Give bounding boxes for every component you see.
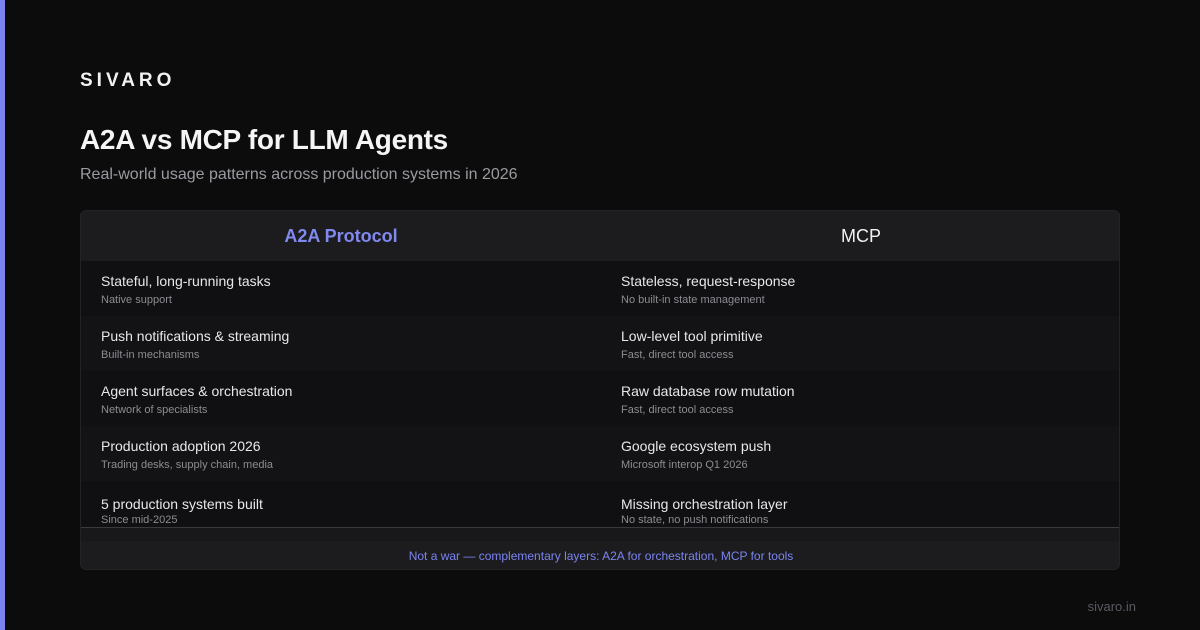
cell-main: Push notifications & streaming [101, 328, 290, 344]
table-row: Agent surfaces & orchestration Network o… [81, 371, 1119, 426]
cell-sub: Network of specialists [101, 404, 208, 416]
cell-main: Stateful, long-running tasks [101, 273, 271, 289]
header-a2a: A2A Protocol [284, 225, 398, 246]
a2a-cell: 5 production systems built Since mid-202… [81, 481, 601, 527]
mcp-cell: Low-level tool primitive Fast, direct to… [601, 316, 1119, 371]
table-body: Stateful, long-running tasks Native supp… [81, 261, 1119, 527]
cell-main: 5 production systems built [101, 496, 263, 512]
cell-sub: No state, no push notifications [621, 514, 769, 526]
a2a-cell: Push notifications & streaming Built-in … [81, 316, 601, 371]
table-row: Stateful, long-running tasks Native supp… [81, 261, 1119, 316]
mcp-cell: Missing orchestration layer No state, no… [601, 481, 1119, 527]
a2a-cell: Stateful, long-running tasks Native supp… [81, 261, 601, 316]
cell-main: Low-level tool primitive [621, 328, 763, 344]
cell-sub: Fast, direct tool access [621, 349, 734, 361]
table-spacer [81, 528, 1119, 541]
page-title: A2A vs MCP for LLM Agents [80, 124, 448, 155]
mcp-cell: Raw database row mutation Fast, direct t… [601, 371, 1119, 426]
cell-main: Agent surfaces & orchestration [101, 383, 293, 399]
cell-sub: Microsoft interop Q1 2026 [621, 459, 748, 471]
a2a-cell: Agent surfaces & orchestration Network o… [81, 371, 601, 426]
cell-main: Production adoption 2026 [101, 438, 261, 454]
table-row: Push notifications & streaming Built-in … [81, 316, 1119, 371]
mcp-cell: Stateless, request-response No built-in … [601, 261, 1119, 316]
cell-sub: Trading desks, supply chain, media [101, 459, 274, 471]
header-mcp: MCP [841, 225, 881, 246]
slide: SIVARO A2A vs MCP for LLM Agents Real-wo… [0, 0, 1200, 630]
comparison-table: A2A Protocol MCP Stateful, long-running … [80, 210, 1120, 570]
cell-main: Google ecosystem push [621, 438, 772, 454]
cell-sub: Native support [101, 294, 172, 306]
page-subtitle: Real-world usage patterns across product… [80, 166, 518, 183]
cell-sub: Built-in mechanisms [101, 349, 200, 361]
accent-bar [0, 0, 5, 630]
table-row: 5 production systems built Since mid-202… [81, 481, 1119, 527]
cell-sub: Since mid-2025 [101, 514, 178, 526]
a2a-cell: Production adoption 2026 Trading desks, … [81, 426, 601, 481]
brand-logo: SIVARO [80, 70, 176, 91]
cell-sub: No built-in state management [621, 294, 765, 306]
cell-main: Raw database row mutation [621, 383, 795, 399]
cell-main: Stateless, request-response [621, 273, 796, 289]
table-row: Production adoption 2026 Trading desks, … [81, 426, 1119, 481]
cell-main: Missing orchestration layer [621, 496, 788, 512]
table-footer-note: Not a war — complementary layers: A2A fo… [81, 541, 1119, 569]
table-header: A2A Protocol MCP [81, 211, 1119, 261]
cell-sub: Fast, direct tool access [621, 404, 734, 416]
site-url: sivaro.in [1087, 599, 1136, 614]
mcp-cell: Google ecosystem push Microsoft interop … [601, 426, 1119, 481]
